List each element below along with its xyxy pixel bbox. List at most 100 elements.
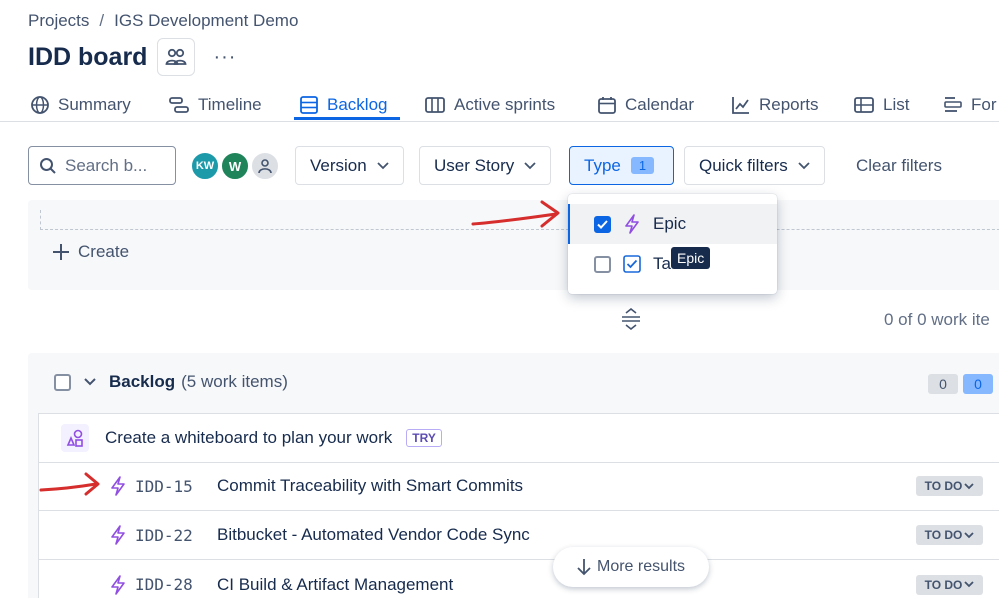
avatar-unassigned[interactable] — [250, 151, 280, 181]
tab-label: Timeline — [198, 95, 262, 114]
tab-label: Reports — [759, 95, 819, 114]
quick-filters-button[interactable]: Quick filters — [684, 146, 825, 185]
epic-icon — [111, 574, 125, 595]
tooltip: Epic — [671, 247, 711, 269]
tab-label: For — [971, 95, 997, 114]
breadcrumb-separator: / — [99, 11, 105, 30]
breadcrumb: Projects / IGS Development Demo — [28, 11, 298, 31]
annotation-arrow-icon — [471, 200, 560, 228]
arrow-down-icon — [577, 559, 591, 576]
status-dropdown[interactable]: TO DO — [916, 525, 983, 545]
issue-key[interactable]: IDD-15 — [135, 477, 207, 496]
tab-label: Summary — [58, 95, 131, 114]
quick-filters-label: Quick filters — [699, 155, 788, 175]
team-button[interactable] — [157, 38, 196, 76]
whiteboard-promo-row[interactable]: Create a whiteboard to plan your work TR… — [39, 414, 999, 463]
clear-filters-button[interactable]: Clear filters — [856, 156, 942, 176]
avatar-w[interactable]: W — [220, 151, 250, 181]
create-label: Create — [78, 242, 130, 261]
chevron-down-icon — [377, 161, 389, 169]
type-count-badge: 1 — [630, 157, 655, 174]
backlog-title: Backlog — [109, 372, 176, 391]
resize-handle-icon[interactable] — [620, 308, 642, 330]
backlog-list: Create a whiteboard to plan your work TR… — [38, 413, 999, 598]
backlog-select-checkbox[interactable] — [54, 373, 71, 391]
status-label: TO DO — [924, 577, 963, 592]
status-dropdown[interactable]: TO DO — [916, 574, 983, 595]
chevron-down-icon — [964, 482, 975, 489]
whiteboard-label: Create a whiteboard to plan your work — [105, 428, 393, 447]
type-filter-button[interactable]: Type 1 — [569, 146, 674, 185]
avatar-initials: KW — [195, 160, 215, 172]
user-story-label: User Story — [434, 155, 515, 175]
user-story-filter-button[interactable]: User Story — [419, 146, 552, 185]
tab-label: Active sprints — [454, 95, 556, 114]
search-icon — [40, 157, 56, 174]
list-icon — [854, 97, 874, 113]
breadcrumb-project[interactable]: IGS Development Demo — [114, 11, 298, 31]
create-issue-button[interactable]: Create — [52, 242, 129, 262]
backlog-header: Backlog (5 work items) — [54, 372, 288, 392]
epic-icon — [625, 214, 639, 234]
more-results-label: More results — [596, 558, 686, 575]
issue-key[interactable]: IDD-22 — [135, 526, 207, 545]
version-filter-button[interactable]: Version — [295, 146, 404, 185]
issue-key[interactable]: IDD-28 — [135, 575, 207, 594]
todo-count-badge: 0 — [928, 374, 958, 394]
option-label: Ta — [653, 254, 671, 273]
chevron-down-icon[interactable] — [83, 377, 97, 387]
tab-reports[interactable]: Reports — [731, 90, 819, 120]
type-label: Type — [584, 155, 621, 175]
status-label: TO DO — [924, 479, 963, 493]
chevron-down-icon — [964, 581, 975, 588]
avatar-initials: W — [228, 158, 242, 174]
chevron-down-icon — [964, 531, 975, 538]
title-row: IDD board ··· — [28, 38, 236, 76]
page-title: IDD board — [28, 42, 148, 71]
status-dropdown[interactable]: TO DO — [916, 476, 983, 496]
tab-summary[interactable]: Summary — [30, 90, 131, 120]
tab-calendar[interactable]: Calendar — [597, 90, 694, 120]
type-option-epic[interactable]: Epic — [568, 204, 777, 244]
issue-summary: CI Build & Artifact Management — [217, 574, 454, 594]
tab-backlog[interactable]: Backlog — [299, 90, 387, 120]
epic-checkbox[interactable] — [594, 215, 611, 233]
version-label: Version — [310, 155, 367, 175]
epic-icon — [111, 476, 125, 496]
task-checkbox[interactable] — [594, 255, 611, 273]
breadcrumb-projects[interactable]: Projects — [28, 11, 89, 31]
person-icon — [258, 159, 272, 174]
view-tabs: Summary Timeline Backlog Active sprints … — [0, 82, 999, 122]
task-icon — [623, 255, 641, 273]
checkmark-icon — [597, 219, 608, 229]
issue-summary: Commit Traceability with Smart Commits — [217, 476, 524, 495]
table-row[interactable]: IDD-28 CI Build & Artifact Management TO… — [39, 560, 999, 598]
status-label: TO DO — [924, 528, 963, 542]
table-row[interactable]: IDD-15 Commit Traceability with Smart Co… — [39, 462, 999, 511]
search-placeholder: Search b... — [65, 155, 148, 175]
type-filter-dropdown: Epic Ta — [568, 194, 777, 294]
plus-icon — [53, 244, 69, 260]
timeline-icon — [169, 97, 189, 113]
tab-active-sprints[interactable]: Active sprints — [424, 90, 555, 120]
search-input[interactable]: Search b... — [28, 146, 176, 185]
backlog-icon — [300, 96, 318, 114]
chart-icon — [732, 97, 749, 114]
annotation-arrow-icon — [39, 472, 100, 496]
columns-icon — [425, 97, 445, 113]
more-results-button[interactable]: More results — [553, 547, 709, 587]
issue-summary: Bitbucket - Automated Vendor Code Sync — [217, 525, 530, 544]
table-row[interactable]: IDD-22 Bitbucket - Automated Vendor Code… — [39, 511, 999, 560]
avatar-kw[interactable]: KW — [190, 151, 220, 181]
tab-list[interactable]: List — [853, 90, 909, 120]
more-actions-button[interactable]: ··· — [213, 46, 236, 69]
calendar-icon — [598, 97, 616, 114]
whiteboard-icon — [61, 424, 89, 452]
sprint-count: 0 of 0 work ite — [884, 310, 990, 329]
tab-timeline[interactable]: Timeline — [168, 90, 262, 120]
try-badge: TRY — [406, 429, 442, 447]
active-tab-indicator — [294, 117, 400, 120]
in-progress-count-badge: 0 — [963, 374, 993, 394]
tab-forms[interactable]: For — [943, 90, 997, 120]
tab-label: List — [883, 95, 910, 114]
